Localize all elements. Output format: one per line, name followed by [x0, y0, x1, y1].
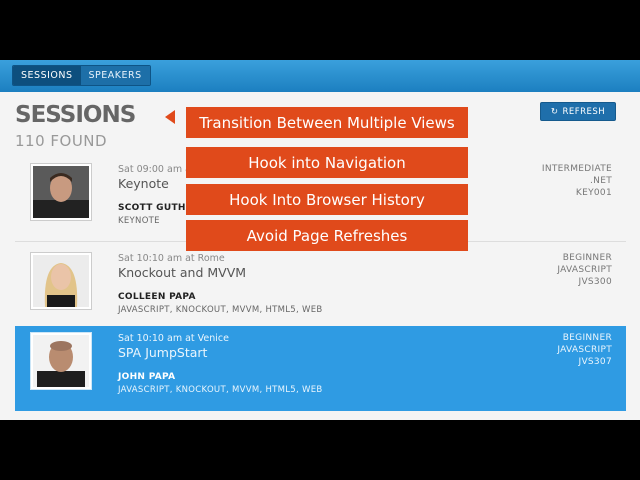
tab-speakers[interactable]: SPEAKERS: [80, 66, 150, 85]
session-code: JVS300: [578, 277, 612, 287]
avatar: [33, 255, 89, 307]
nav-tabs: SESSIONS SPEAKERS: [12, 65, 151, 86]
callout-box: Avoid Page Refreshes: [186, 220, 468, 251]
session-tags: JAVASCRIPT, KNOCKOUT, MVVM, HTML5, WEB: [118, 305, 323, 315]
callout-pointer: [165, 110, 175, 124]
session-time: Sat 10:10 am at Venice: [118, 333, 229, 344]
session-track: .NET: [590, 176, 612, 186]
avatar: [33, 335, 89, 387]
top-navbar: SESSIONS SPEAKERS: [0, 60, 640, 92]
results-count: 110 FOUND: [15, 132, 108, 150]
session-info: BEGINNER JAVASCRIPT JVS307: [557, 332, 612, 368]
session-code: KEY001: [575, 188, 612, 198]
session-tags: KEYNOTE: [118, 216, 160, 226]
session-info: BEGINNER JAVASCRIPT JVS300: [557, 252, 612, 288]
speaker-photo: [30, 332, 92, 390]
session-track: JAVASCRIPT: [557, 265, 612, 275]
session-title: Knockout and MVVM: [118, 265, 247, 280]
session-level: INTERMEDIATE: [541, 164, 612, 174]
session-info: INTERMEDIATE .NET KEY001: [542, 163, 612, 199]
session-level: BEGINNER: [562, 333, 612, 343]
session-row[interactable]: Sat 10:10 am at Rome Knockout and MVVM C…: [15, 246, 626, 331]
callout-box: Hook Into Browser History: [186, 184, 468, 215]
session-row-selected[interactable]: Sat 10:10 am at Venice SPA JumpStart JOH…: [15, 326, 626, 411]
callout-box: Hook into Navigation: [186, 147, 468, 178]
tab-sessions[interactable]: SESSIONS: [13, 66, 81, 85]
session-code: JVS307: [578, 357, 612, 367]
speaker-photo: [30, 163, 92, 221]
session-speaker[interactable]: COLLEEN PAPA: [118, 292, 196, 302]
refresh-icon: ↻: [550, 106, 559, 117]
session-tags: JAVASCRIPT, KNOCKOUT, MVVM, HTML5, WEB: [118, 385, 323, 395]
session-time: Sat 10:10 am at Rome: [118, 253, 225, 264]
session-time: Sat 09:00 am at: [118, 164, 195, 175]
refresh-button[interactable]: ↻ REFRESH: [540, 102, 616, 121]
session-track: JAVASCRIPT: [557, 345, 612, 355]
avatar: [33, 166, 89, 218]
page-title: SESSIONS: [15, 102, 136, 128]
callout-box: Transition Between Multiple Views: [186, 107, 468, 138]
session-level: BEGINNER: [562, 253, 612, 263]
refresh-label: REFRESH: [562, 106, 606, 117]
session-speaker[interactable]: JOHN PAPA: [118, 372, 175, 382]
session-speaker[interactable]: SCOTT GUTHR: [118, 203, 193, 213]
session-title: SPA JumpStart: [118, 345, 208, 360]
speaker-photo: [30, 252, 92, 310]
session-title: Keynote: [118, 176, 169, 191]
